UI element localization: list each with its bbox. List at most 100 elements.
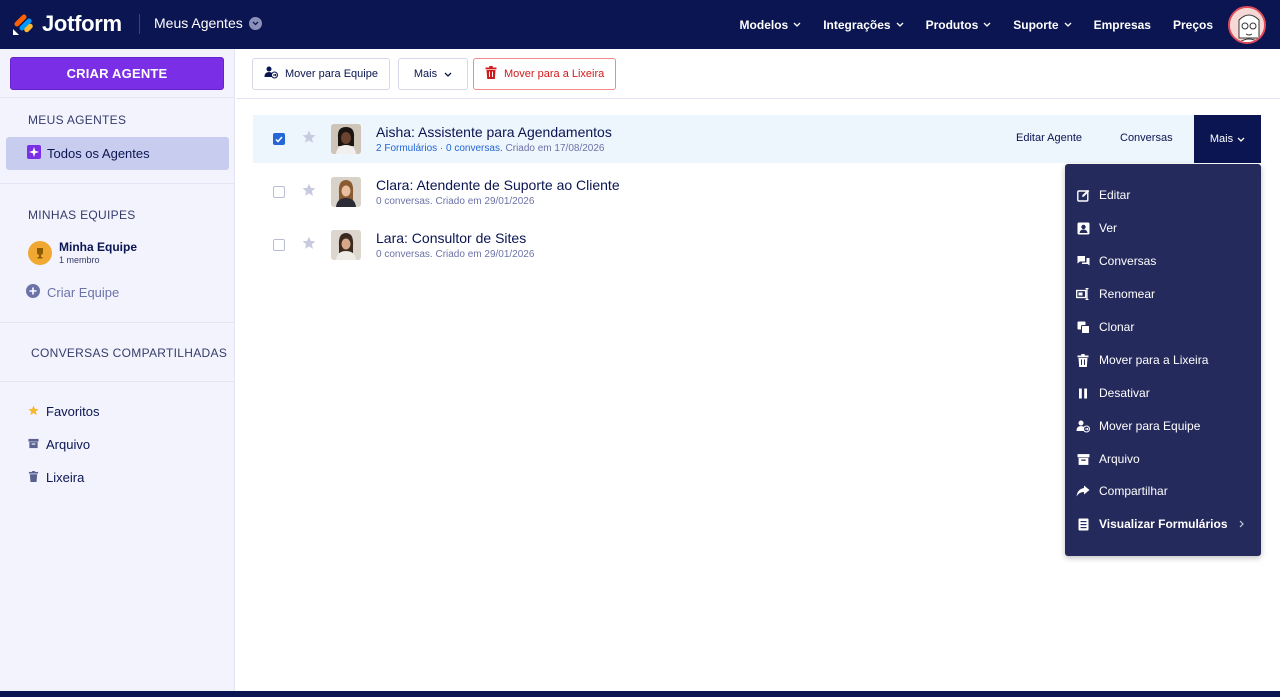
nav-link-integracoes[interactable]: Integrações <box>812 18 914 32</box>
top-navbar: Jotform Meus Agentes Modelos Integrações… <box>0 0 1280 49</box>
chevron-down-icon <box>1237 137 1245 142</box>
menu-item-label: Ver <box>1099 221 1118 235</box>
sidebar-divider <box>0 381 235 382</box>
form-icon <box>1076 517 1090 531</box>
edit-icon <box>1076 188 1090 202</box>
jotform-logo[interactable]: Jotform <box>12 11 122 37</box>
row-checkbox[interactable] <box>273 239 285 251</box>
jotform-logo-icon <box>13 14 33 35</box>
row-checkbox[interactable] <box>273 186 285 198</box>
section-switcher[interactable]: Meus Agentes <box>154 15 262 31</box>
nav-link-label: Produtos <box>925 17 979 32</box>
rename-icon <box>1076 287 1090 301</box>
forms-link[interactable]: 2 Formulários <box>376 143 437 154</box>
menu-item-label: Mover para Equipe <box>1099 419 1201 433</box>
menu-item-clone[interactable]: Clonar <box>1076 317 1256 337</box>
chevron-down-icon <box>248 16 262 30</box>
agent-title[interactable]: Clara: Atendente de Suporte ao Cliente <box>376 177 620 193</box>
sidebar-item-trash[interactable]: Lixeira <box>28 470 84 485</box>
row-more-label: Mais <box>1209 133 1234 145</box>
menu-item-share[interactable]: Compartilhar <box>1076 481 1256 501</box>
nav-link-label: Modelos <box>739 17 789 32</box>
nav-link-empresas[interactable]: Empresas <box>1083 18 1162 32</box>
trash-icon <box>485 66 497 82</box>
create-team-button[interactable]: Criar Equipe <box>26 284 119 301</box>
bottom-bar <box>0 691 1280 697</box>
created-date: Criado em 17/08/2026 <box>502 143 605 154</box>
agent-meta: 0 conversas. Criado em 29/01/2026 <box>376 249 535 260</box>
sidebar-item-archive[interactable]: Arquivo <box>28 437 90 452</box>
sidebar-item-team[interactable]: Minha Equipe 1 membro <box>28 240 137 265</box>
team-members: 1 membro <box>59 255 100 265</box>
archive-icon <box>28 437 39 452</box>
chevron-down-icon <box>896 22 904 27</box>
nav-link-label: Suporte <box>1013 17 1059 32</box>
nav-link-modelos[interactable]: Modelos <box>729 18 813 32</box>
team-move-icon <box>264 66 278 82</box>
favorite-star-icon[interactable] <box>302 236 316 255</box>
agent-title[interactable]: Aisha: Assistente para Agendamentos <box>376 124 612 140</box>
agent-title[interactable]: Lara: Consultor de Sites <box>376 230 526 246</box>
nav-link-label: Integrações <box>823 17 891 32</box>
menu-item-label: Clonar <box>1099 320 1135 334</box>
pause-icon <box>1076 386 1090 400</box>
move-to-team-button[interactable]: Mover para Equipe <box>252 58 390 90</box>
section-title: Meus Agentes <box>154 15 243 31</box>
nav-link-precos[interactable]: Preços <box>1162 18 1224 32</box>
more-actions-button[interactable]: Mais <box>398 58 468 90</box>
menu-item-deactivate[interactable]: Desativar <box>1076 383 1256 403</box>
chat-icon <box>1076 254 1090 268</box>
my-agents-heading: MEUS AGENTES <box>28 113 127 127</box>
nav-link-produtos[interactable]: Produtos <box>915 18 1003 32</box>
menu-item-label: Conversas <box>1099 254 1157 268</box>
move-to-trash-button[interactable]: Mover para a Lixeira <box>473 58 617 90</box>
view-icon <box>1076 221 1090 235</box>
favorite-star-icon[interactable] <box>302 183 316 202</box>
clone-icon <box>1076 320 1090 334</box>
row-checkbox[interactable] <box>273 133 285 145</box>
menu-item-label: Editar <box>1099 188 1131 202</box>
conversations-link[interactable]: 0 conversas. <box>446 143 503 154</box>
agent-row[interactable]: Aisha: Assistente para Agendamentos 2 Fo… <box>253 115 1261 163</box>
team-move-icon <box>1076 419 1090 433</box>
team-name: Minha Equipe <box>59 240 137 254</box>
menu-item-label: Compartilhar <box>1099 484 1168 498</box>
sidebar-item-all-agents[interactable]: Todos os Agentes <box>6 137 229 170</box>
user-avatar-image <box>1230 8 1264 42</box>
edit-agent-button[interactable]: Editar Agente <box>1016 132 1082 144</box>
menu-item-trash[interactable]: Mover para a Lixeira <box>1076 350 1256 370</box>
row-more-button[interactable]: Mais <box>1194 115 1261 163</box>
user-avatar[interactable] <box>1228 6 1266 44</box>
sidebar-divider <box>0 183 235 184</box>
menu-item-rename[interactable]: Renomear <box>1076 284 1256 304</box>
trophy-icon <box>28 240 52 265</box>
menu-item-view-forms[interactable]: Visualizar Formulários <box>1076 514 1256 534</box>
nav-link-suporte[interactable]: Suporte <box>1002 18 1082 32</box>
nav-link-label: Empresas <box>1093 17 1151 32</box>
chevron-down-icon <box>1064 22 1072 27</box>
menu-item-edit[interactable]: Editar <box>1076 185 1256 205</box>
chevron-right-icon <box>1239 517 1244 531</box>
agent-avatar <box>331 124 361 154</box>
shared-conversations-heading[interactable]: CONVERSAS COMPARTILHADAS <box>31 346 227 360</box>
agent-avatar <box>331 177 361 207</box>
check-icon <box>275 136 283 143</box>
agents-icon <box>27 145 41 162</box>
favorite-star-icon[interactable] <box>302 130 316 149</box>
move-to-trash-label: Mover para a Lixeira <box>504 68 605 80</box>
sidebar-item-label: Favoritos <box>46 404 100 419</box>
archive-icon <box>1076 452 1090 466</box>
sidebar-item-label: Todos os Agentes <box>47 146 150 161</box>
my-teams-heading: MINHAS EQUIPES <box>28 208 136 222</box>
trash-icon <box>28 470 39 485</box>
nav-divider <box>139 14 140 34</box>
create-agent-button[interactable]: CRIAR AGENTE <box>10 57 224 90</box>
sidebar-item-favorites[interactable]: Favoritos <box>28 404 99 419</box>
conversations-button[interactable]: Conversas <box>1120 132 1173 144</box>
menu-item-view[interactable]: Ver <box>1076 218 1256 238</box>
menu-item-move-to-team[interactable]: Mover para Equipe <box>1076 416 1256 436</box>
menu-item-label: Arquivo <box>1099 452 1140 466</box>
menu-item-archive[interactable]: Arquivo <box>1076 449 1256 469</box>
menu-item-conversations[interactable]: Conversas <box>1076 251 1256 271</box>
sidebar: CRIAR AGENTE MEUS AGENTES Todos os Agent… <box>0 49 235 691</box>
